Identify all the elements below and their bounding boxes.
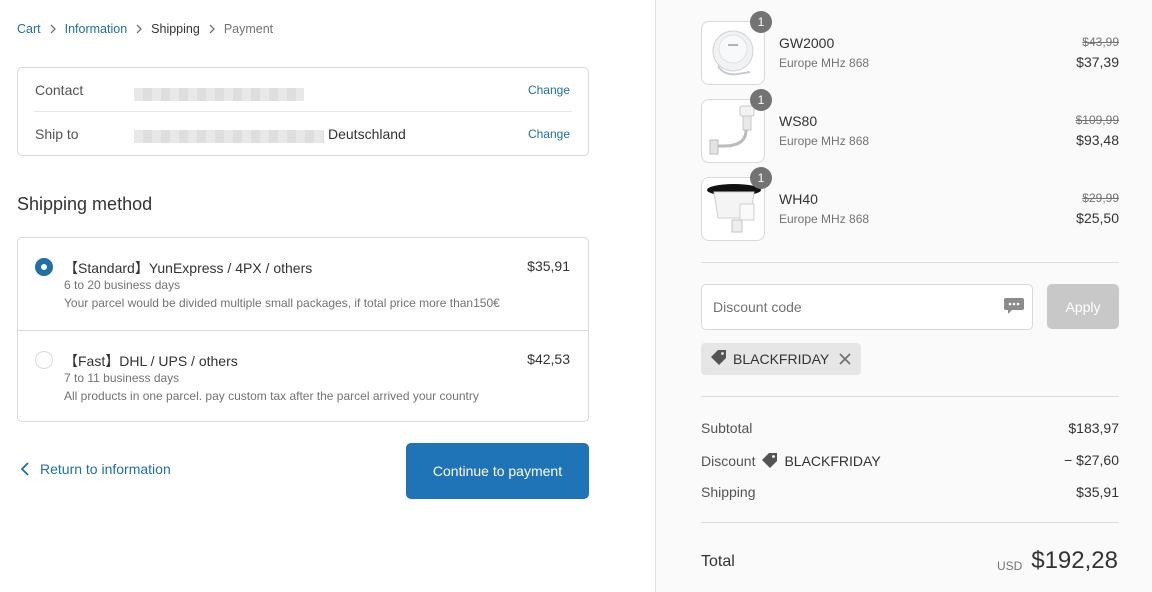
product-compare-price: $43,99 — [1082, 35, 1119, 49]
ship-country: Deutschland — [328, 126, 406, 142]
subtotal-label: Subtotal — [701, 420, 753, 436]
shipping-row: Shipping $35,91 — [701, 484, 1119, 504]
product-thumbnail: 1 — [701, 167, 772, 241]
total-value: $192,28 — [1031, 547, 1118, 574]
return-to-information-link[interactable]: Return to information — [17, 461, 171, 477]
ship-to-label: Ship to — [35, 126, 79, 142]
method-price: $42,53 — [527, 351, 570, 367]
total-currency: USD — [997, 559, 1023, 573]
subtotal-row: Subtotal $183,97 — [701, 420, 1119, 440]
product-variant: Europe MHz 868 — [779, 56, 870, 70]
chevron-right-icon — [200, 22, 224, 36]
continue-to-payment-button[interactable]: Continue to payment — [406, 443, 589, 499]
breadcrumb-cart[interactable]: Cart — [17, 22, 41, 36]
shipping-label: Shipping — [701, 484, 756, 500]
product-thumbnail: 1 — [701, 11, 772, 85]
contact-label: Contact — [35, 82, 84, 98]
product-thumbnail: 1 — [701, 89, 772, 163]
review-ship-row: Ship to Deutschland Change — [18, 112, 588, 156]
tag-icon — [710, 349, 727, 369]
applied-code: BLACKFRIDAY — [733, 351, 830, 367]
product-compare-price: $29,99 — [1082, 191, 1119, 205]
review-block: Contact Change Ship to Deutschland Chang… — [17, 67, 589, 156]
total-label: Total — [701, 553, 735, 570]
shipping-value: $35,91 — [1076, 484, 1119, 500]
chevron-left-icon — [17, 461, 33, 477]
chevron-right-icon — [41, 22, 65, 36]
quantity-badge: 1 — [750, 89, 772, 111]
redacted-address — [134, 130, 324, 143]
method-note: All products in one parcel. pay custom t… — [64, 389, 479, 403]
product-variant: Europe MHz 868 — [779, 212, 870, 226]
chat-bubble-icon — [1003, 297, 1025, 318]
product-name: WH40 — [779, 191, 818, 207]
product-price: $37,39 — [1076, 54, 1119, 70]
return-label: Return to information — [40, 461, 171, 477]
method-note: Your parcel would be divided multiple sm… — [64, 296, 500, 310]
shipping-option-standard[interactable]: 【Standard】YunExpress / 4PX / others $35,… — [18, 238, 588, 330]
applied-discount-tag: BLACKFRIDAY — [701, 343, 861, 375]
breadcrumb-payment: Payment — [223, 22, 274, 36]
shipping-option-fast[interactable]: 【Fast】DHL / UPS / others $42,53 7 to 11 … — [18, 330, 588, 422]
shipping-method-title: Shipping method — [17, 194, 153, 214]
discount-row: Discount BLACKFRIDAY − $27,60 — [701, 452, 1119, 472]
divider — [701, 396, 1119, 397]
cart-item: 1 GW2000 Europe MHz 868 $43,99 $37,39 — [701, 11, 1119, 85]
divider — [701, 522, 1119, 523]
breadcrumb-information[interactable]: Information — [65, 22, 128, 36]
cart-item: 1 WH40 Europe MHz 868 $29,99 $25,50 — [701, 167, 1119, 241]
discount-label: Discount — [701, 452, 756, 469]
tag-icon — [761, 452, 778, 469]
discount-code-field[interactable]: Discount code — [701, 284, 1033, 330]
redacted-contact — [134, 88, 304, 101]
radio-standard[interactable] — [35, 258, 53, 276]
change-contact-link[interactable]: Change — [528, 83, 570, 97]
shipping-methods: 【Standard】YunExpress / 4PX / others $35,… — [17, 237, 589, 422]
product-price: $25,50 — [1076, 210, 1119, 226]
cart-item: 1 WS80 Europe MHz 868 $109,99 $93,48 — [701, 89, 1119, 163]
discount-placeholder: Discount code — [713, 299, 802, 315]
method-days: 7 to 11 business days — [64, 371, 180, 385]
subtotal-value: $183,97 — [1068, 420, 1119, 436]
breadcrumb-shipping: Shipping — [151, 22, 200, 36]
product-name: WS80 — [779, 113, 818, 129]
breadcrumb: Cart Information Shipping Payment — [17, 22, 273, 36]
product-variant: Europe MHz 868 — [779, 134, 870, 148]
quantity-badge: 1 — [750, 167, 772, 189]
quantity-badge: 1 — [750, 11, 772, 33]
method-days: 6 to 20 business days — [64, 278, 181, 292]
divider — [701, 262, 1119, 263]
order-summary: 1 GW2000 Europe MHz 868 $43,99 $37,39 1 … — [655, 0, 1152, 592]
chevron-right-icon — [127, 22, 151, 36]
product-compare-price: $109,99 — [1075, 113, 1119, 127]
radio-fast[interactable] — [35, 351, 53, 369]
method-price: $35,91 — [527, 258, 570, 274]
main-content: Cart Information Shipping Payment Contac… — [0, 0, 655, 592]
method-title: 【Standard】YunExpress / 4PX / others — [64, 260, 313, 276]
close-icon[interactable] — [837, 351, 853, 370]
method-title: 【Fast】DHL / UPS / others — [64, 353, 238, 369]
apply-discount-button[interactable]: Apply — [1047, 284, 1119, 329]
product-name: GW2000 — [779, 35, 835, 51]
discount-code: BLACKFRIDAY — [784, 452, 881, 469]
change-shipping-link[interactable]: Change — [528, 127, 570, 141]
product-price: $93,48 — [1076, 132, 1119, 148]
review-contact-row: Contact Change — [18, 68, 588, 112]
discount-value: − $27,60 — [1064, 452, 1119, 468]
